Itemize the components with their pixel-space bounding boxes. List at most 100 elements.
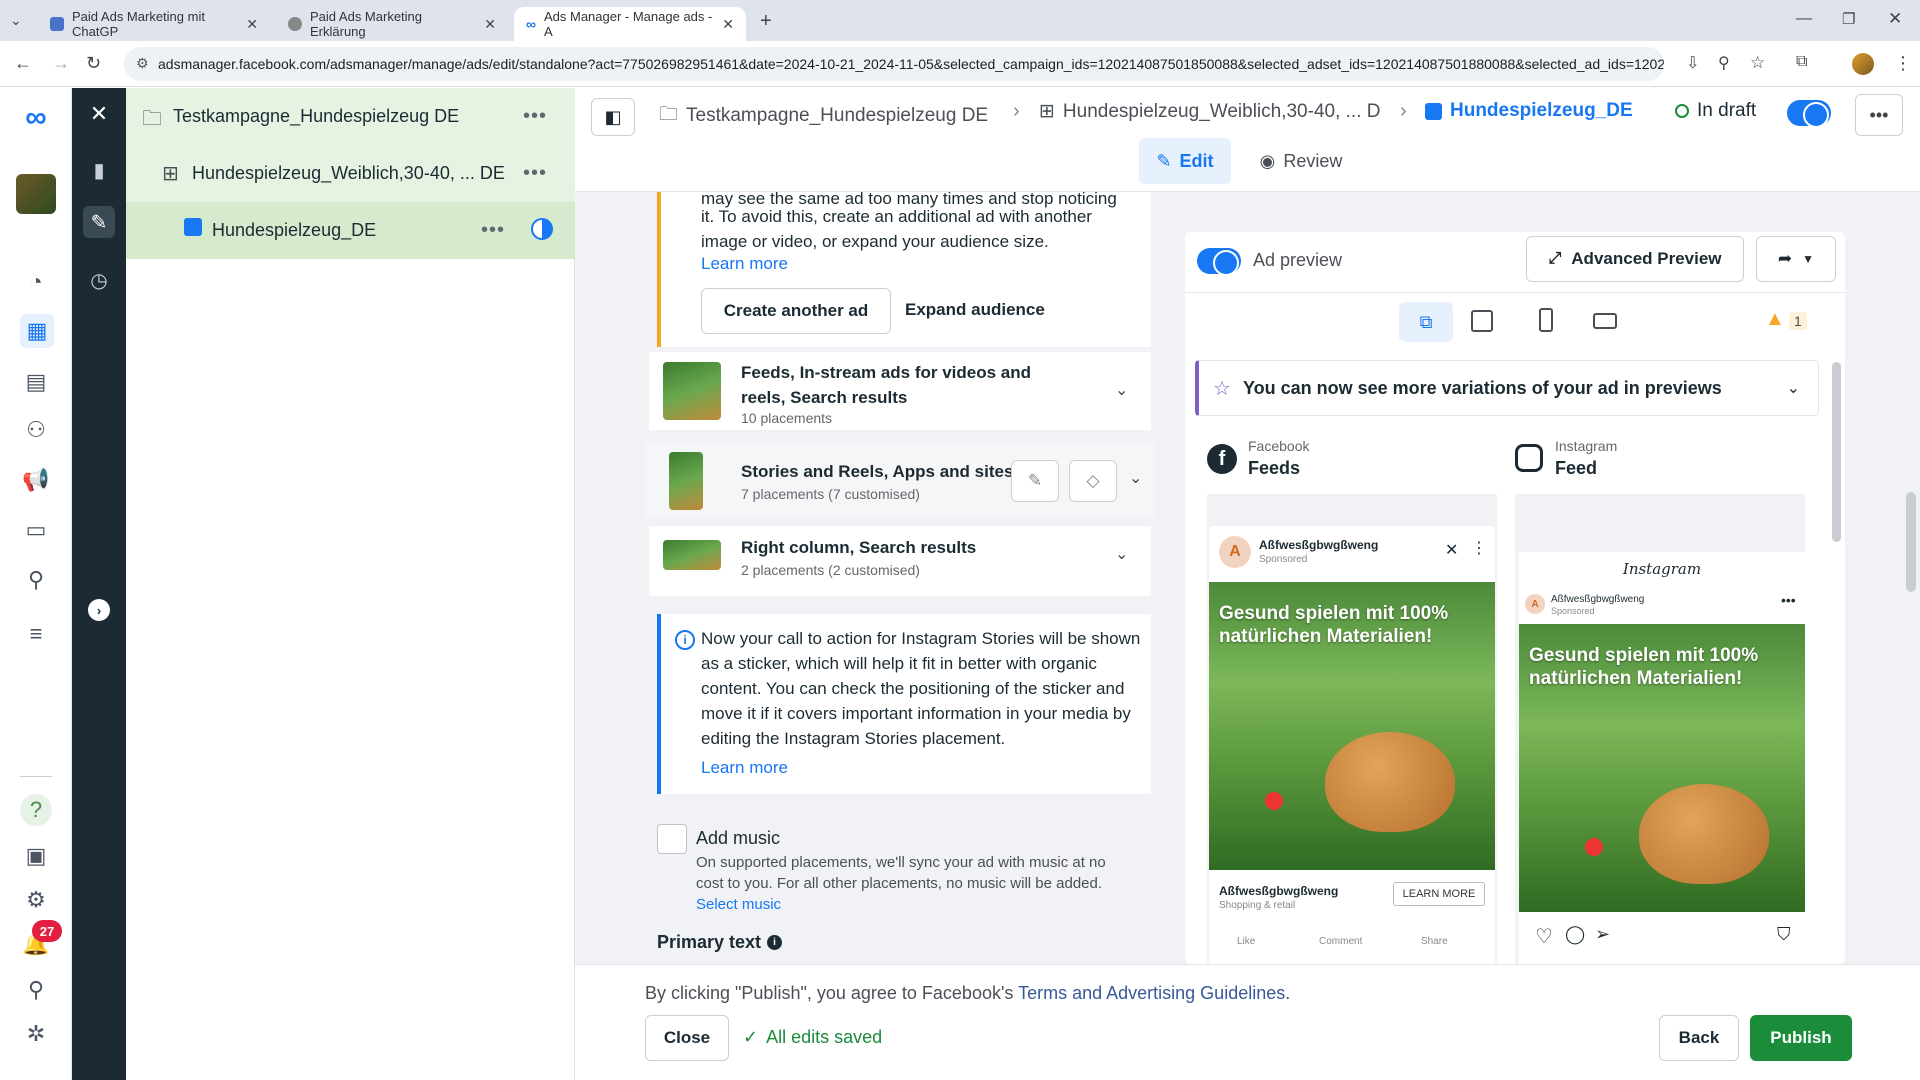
extensions-icon[interactable]: ⧉	[1796, 53, 1807, 71]
bookmark-star-icon[interactable]: ☆	[1750, 53, 1765, 73]
reload-icon[interactable]: ↻	[86, 53, 101, 74]
all-tools-menu-icon[interactable]: ≡	[20, 618, 52, 650]
learn-more-cta-button[interactable]: LEARN MORE	[1393, 882, 1485, 906]
browser-tab-3-active[interactable]: ∞ Ads Manager - Manage ads - A ✕	[514, 7, 746, 41]
edit-pencil-icon[interactable]: ✎	[83, 206, 115, 238]
zoom-icon[interactable]: ⚲	[1718, 53, 1730, 73]
share-preview-button[interactable]: ➦ ▼	[1756, 236, 1836, 282]
meta-logo-icon[interactable]: ∞	[20, 101, 52, 134]
variations-banner[interactable]: ☆ You can now see more variations of you…	[1195, 360, 1819, 416]
review-mode-tab[interactable]: ◉ Review	[1251, 138, 1351, 184]
terms-link[interactable]: Terms and Advertising Guidelines	[1018, 983, 1285, 1003]
forward-arrow-icon[interactable]: →	[52, 53, 70, 74]
close-icon[interactable]: ✕	[484, 16, 496, 33]
warning-learn-more-link[interactable]: Learn more	[701, 254, 788, 274]
close-button[interactable]: Close	[645, 1015, 729, 1061]
placement-row-stories[interactable]: Stories and Reels, Apps and sites 7 plac…	[645, 442, 1155, 518]
search-icon[interactable]: ⚲	[20, 974, 52, 1006]
performance-chart-icon[interactable]: ▮	[83, 154, 115, 186]
like-action[interactable]: Like	[1237, 936, 1255, 947]
expand-audience-button[interactable]: Expand audience	[905, 300, 1045, 320]
info-learn-more-link[interactable]: Learn more	[701, 758, 788, 778]
device-horizontal-icon[interactable]	[1593, 313, 1617, 329]
site-info-icon[interactable]: ⚙	[136, 55, 149, 72]
device-vertical-icon[interactable]	[1539, 308, 1553, 332]
tree-row-ad-selected[interactable]: Hundespielzeug_DE •••	[126, 202, 575, 259]
add-music-checkbox[interactable]	[657, 824, 687, 854]
browser-tab-2[interactable]: Paid Ads Marketing Erklärung ✕	[276, 7, 508, 41]
window-close-icon[interactable]: ✕	[1888, 9, 1902, 29]
expand-panel-chevron-icon[interactable]: ›	[88, 599, 110, 621]
billing-card-icon[interactable]: ▭	[20, 514, 52, 546]
ad-preview-toggle[interactable]	[1197, 248, 1241, 276]
more-actions-icon[interactable]: •••	[1855, 94, 1903, 136]
chevron-down-icon[interactable]: ⌄	[1787, 378, 1800, 398]
audiences-icon[interactable]: ⚇	[20, 414, 52, 446]
instagram-feed-preview[interactable]: Instagram A Aßfwesßgbwgßweng Sponsored •…	[1515, 494, 1805, 964]
install-icon[interactable]: ⇩	[1686, 53, 1699, 73]
select-music-link[interactable]: Select music	[696, 896, 781, 913]
close-icon[interactable]: ✕	[1445, 540, 1458, 560]
pages-icon[interactable]: ▤	[20, 366, 52, 398]
help-icon[interactable]: ?	[20, 794, 52, 826]
ad-on-off-toggle[interactable]	[1787, 100, 1831, 128]
breadcrumb-ad[interactable]: Hundespielzeug_DE	[1425, 100, 1633, 122]
more-horizontal-icon[interactable]: •••	[1781, 592, 1796, 608]
business-assets-icon[interactable]: ⚲	[20, 564, 52, 596]
more-options-icon[interactable]: •••	[523, 105, 547, 128]
facebook-feed-preview[interactable]: A Aßfwesßgbwgßweng Sponsored ✕ ⋮ Gesund …	[1207, 494, 1497, 964]
chevron-down-icon[interactable]: ⌄	[1115, 380, 1128, 400]
publish-button[interactable]: Publish	[1750, 1015, 1852, 1061]
page-scrollbar[interactable]	[1906, 492, 1916, 592]
account-avatar[interactable]	[16, 174, 56, 214]
more-options-icon[interactable]: •••	[481, 219, 505, 242]
settings-gear-icon[interactable]: ⚙	[20, 884, 52, 916]
close-icon[interactable]: ✕	[246, 16, 258, 33]
news-icon[interactable]: ▣	[20, 840, 52, 872]
browser-tab-1[interactable]: Paid Ads Marketing mit ChatGP ✕	[38, 7, 270, 41]
tree-row-adset[interactable]: ⊞ Hundespielzeug_Weiblich,30-40, ... DE …	[126, 145, 575, 202]
more-vertical-icon[interactable]: ⋮	[1471, 538, 1487, 558]
back-button[interactable]: Back	[1659, 1015, 1739, 1061]
comment-action[interactable]: Comment	[1319, 936, 1362, 947]
reset-placement-eraser-icon[interactable]: ◇	[1069, 460, 1117, 502]
bookmark-icon[interactable]: ⛉	[1777, 924, 1791, 945]
tree-row-campaign[interactable]: 🗀 Testkampagne_Hundespielzeug DE •••	[126, 88, 575, 145]
ads-manager-table-icon[interactable]: ▦	[20, 314, 54, 348]
dashboard-gauge-icon[interactable]: ◔	[20, 266, 52, 298]
share-action[interactable]: Share	[1421, 936, 1448, 947]
back-arrow-icon[interactable]: ←	[14, 53, 32, 74]
edit-placement-pencil-icon[interactable]: ✎	[1011, 460, 1059, 502]
advanced-preview-button[interactable]: ⤢ Advanced Preview	[1526, 236, 1744, 282]
bug-report-icon[interactable]: ✲	[20, 1018, 52, 1050]
placement-row-right-column[interactable]: Right column, Search results 2 placement…	[649, 526, 1151, 596]
device-square-icon[interactable]	[1471, 310, 1493, 332]
create-another-ad-button[interactable]: Create another ad	[701, 288, 891, 334]
url-field[interactable]: ⚙ adsmanager.facebook.com/adsmanager/man…	[124, 47, 1664, 81]
edit-mode-tab[interactable]: ✎ Edit	[1139, 138, 1231, 184]
minimize-icon[interactable]: —	[1796, 10, 1812, 28]
breadcrumb-campaign[interactable]: 🗀 Testkampagne_Hundespielzeug DE	[659, 100, 988, 132]
chevron-down-icon[interactable]: ⌄	[1115, 544, 1128, 564]
browser-menu-icon[interactable]: ⋮	[1894, 53, 1912, 74]
warning-triangle-icon[interactable]: ▲	[1765, 308, 1785, 331]
new-tab-icon[interactable]: +	[760, 10, 772, 33]
close-editor-icon[interactable]: ✕	[83, 98, 115, 130]
heart-icon[interactable]: ♡	[1535, 924, 1553, 949]
toggle-sidebar-icon[interactable]: ◧	[591, 98, 635, 136]
campaigns-megaphone-icon[interactable]: 📢	[20, 464, 52, 496]
more-options-icon[interactable]: •••	[523, 162, 547, 185]
comment-bubble-icon[interactable]: ◯	[1565, 924, 1585, 945]
chevron-down-icon[interactable]: ⌄	[1129, 468, 1142, 488]
breadcrumb-adset[interactable]: ⊞ Hundespielzeug_Weiblich,30-40, ... D	[1039, 100, 1380, 123]
preview-scrollbar[interactable]	[1832, 362, 1841, 542]
restore-icon[interactable]: ❐	[1842, 10, 1855, 28]
send-icon[interactable]: ➢	[1595, 924, 1610, 945]
history-clock-icon[interactable]: ◷	[83, 264, 115, 296]
profile-avatar[interactable]	[1852, 53, 1874, 75]
close-icon[interactable]: ✕	[722, 16, 734, 33]
device-desktop-mobile-icon[interactable]: ⧉	[1399, 302, 1453, 342]
tab-list-chevron-icon[interactable]: ⌄	[10, 12, 22, 29]
info-icon[interactable]: i	[767, 935, 783, 950]
placement-row-feeds[interactable]: Feeds, In-stream ads for videos and reel…	[649, 352, 1151, 430]
